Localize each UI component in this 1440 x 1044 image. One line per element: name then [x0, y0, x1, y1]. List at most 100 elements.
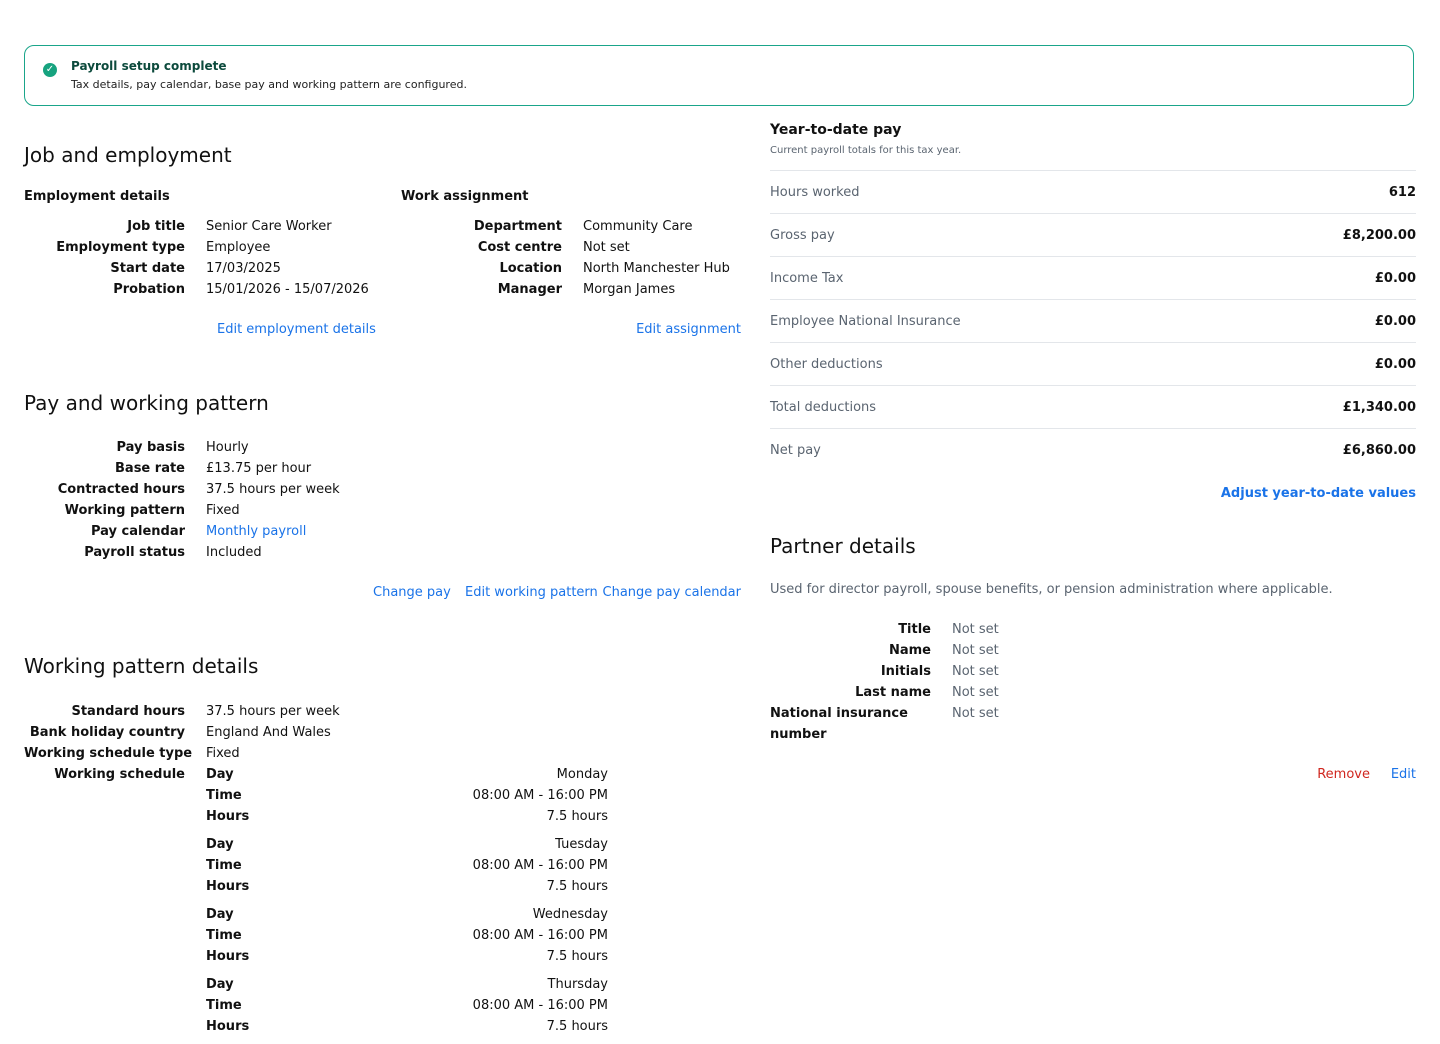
- edit-working-pattern-link[interactable]: Edit working pattern: [465, 585, 598, 600]
- field-value: 37.5 hours per week: [206, 482, 340, 497]
- schedule-hours-value: 7.5 hours: [546, 879, 608, 894]
- ytd-row: Other deductions £0.00: [770, 343, 1416, 386]
- schedule-day-label: Day: [206, 907, 234, 922]
- field-value: Senior Care Worker: [206, 219, 332, 234]
- banner-text: Tax details, pay calendar, base pay and …: [71, 78, 467, 91]
- edit-assignment-link[interactable]: Edit assignment: [636, 322, 741, 337]
- pay-row: Pay basis Hourly: [24, 437, 340, 458]
- ytd-label: Gross pay: [770, 227, 835, 243]
- banner-title: Payroll setup complete: [71, 59, 227, 73]
- ytd-row: Income Tax £0.00: [770, 257, 1416, 300]
- field-value: Not set: [952, 685, 999, 700]
- employment-row: Start date 17/03/2025: [24, 258, 369, 279]
- ytd-row: Employee National Insurance £0.00: [770, 300, 1416, 343]
- partner-row: Name Not set: [770, 640, 999, 661]
- schedule-time-label: Time: [206, 788, 242, 803]
- ytd-subtitle: Current payroll totals for this tax year…: [770, 145, 962, 156]
- schedule-time-label: Time: [206, 928, 242, 943]
- schedule-time-value: 08:00 AM - 16:00 PM: [472, 928, 608, 943]
- schedule-day-value: Wednesday: [532, 907, 608, 922]
- schedule-time-value: 08:00 AM - 16:00 PM: [472, 998, 608, 1013]
- schedule-time-value: 08:00 AM - 16:00 PM: [472, 858, 608, 873]
- field-label: number: [770, 727, 827, 742]
- field-label: Working schedule type: [24, 746, 193, 761]
- check-circle-icon: ✓: [43, 63, 57, 77]
- schedule-day-value: Monday: [556, 767, 608, 782]
- field-value: Not set: [952, 622, 999, 637]
- working-schedule: Day Monday Time 08:00 AM - 16:00 PM Hours 7…: [206, 764, 608, 1044]
- schedule-hours-label: Hours: [206, 879, 250, 894]
- field-label: Contracted hours: [57, 482, 185, 497]
- ytd-label: Income Tax: [770, 270, 844, 286]
- schedule-time-value: 08:00 AM - 16:00 PM: [472, 788, 608, 803]
- ytd-value: £0.00: [1374, 270, 1416, 286]
- schedule-day-value: Tuesday: [555, 837, 608, 852]
- ytd-value: £0.00: [1374, 313, 1416, 329]
- partner-details-heading: Partner details: [770, 534, 916, 558]
- schedule-day-label: Day: [206, 837, 234, 852]
- field-value: Fixed: [206, 746, 240, 761]
- schedule-day-group: Day Wednesday Time 08:00 AM - 16:00 PM Hou…: [206, 904, 608, 967]
- partner-row: National insurance Not set: [770, 703, 999, 724]
- pay-row: Payroll status Included: [24, 542, 340, 563]
- working-pattern-heading: Working pattern details: [24, 654, 259, 678]
- field-label: Pay basis: [116, 440, 185, 455]
- schedule-hours-label: Hours: [206, 949, 250, 964]
- schedule-day-group: Day Monday Time 08:00 AM - 16:00 PM Hours 7…: [206, 764, 608, 827]
- ytd-row: Hours worked 612: [770, 171, 1416, 214]
- schedule-hours-label: Hours: [206, 1019, 250, 1034]
- edit-partner-link[interactable]: Edit: [1391, 767, 1416, 782]
- ytd-label: Other deductions: [770, 356, 883, 372]
- edit-employment-link[interactable]: Edit employment details: [217, 322, 376, 337]
- field-label: Working schedule: [54, 767, 185, 782]
- field-label: National insurance: [770, 706, 908, 721]
- field-value: 15/01/2026 - 15/07/2026: [206, 282, 369, 297]
- field-label: Employment type: [56, 240, 185, 255]
- assignment-row: Cost centre Not set: [401, 237, 730, 258]
- pay-row: Base rate £13.75 per hour: [24, 458, 340, 479]
- pay-row: Contracted hours 37.5 hours per week: [24, 479, 340, 500]
- change-pay-calendar-link[interactable]: Change pay calendar: [603, 585, 741, 600]
- field-label: Start date: [110, 261, 185, 276]
- adjust-ytd-link[interactable]: Adjust year-to-date values: [1221, 486, 1416, 501]
- field-value: England And Wales: [206, 725, 331, 740]
- employment-details-list: Job title Senior Care Worker Employment t…: [24, 216, 369, 300]
- pay-calendar-link[interactable]: Monthly payroll: [206, 521, 306, 542]
- remove-partner-link[interactable]: Remove: [1317, 767, 1370, 782]
- work-assignment-list: Department Community Care Cost centre Not …: [401, 216, 730, 300]
- pay-pattern-heading: Pay and working pattern: [24, 391, 269, 415]
- change-pay-link[interactable]: Change pay: [373, 585, 451, 600]
- field-value: Not set: [952, 706, 999, 721]
- field-value: 17/03/2025: [206, 261, 281, 276]
- field-value: Hourly: [206, 440, 249, 455]
- field-label: Manager: [497, 282, 562, 297]
- field-value: Fixed: [206, 503, 240, 518]
- field-value: Community Care: [583, 219, 693, 234]
- field-label: Standard hours: [71, 704, 185, 719]
- ytd-row: Gross pay £8,200.00: [770, 214, 1416, 257]
- field-label: Cost centre: [477, 240, 562, 255]
- employment-row: Job title Senior Care Worker: [24, 216, 369, 237]
- ytd-label: Employee National Insurance: [770, 313, 961, 329]
- field-label: Pay calendar: [90, 524, 185, 539]
- field-label: Probation: [113, 282, 185, 297]
- ytd-title: Year-to-date pay: [770, 122, 902, 138]
- ytd-row: Total deductions £1,340.00: [770, 386, 1416, 429]
- schedule-day-group: Day Tuesday Time 08:00 AM - 16:00 PM Hours…: [206, 834, 608, 897]
- schedule-time-label: Time: [206, 998, 242, 1013]
- ytd-row: Net pay £6,860.00: [770, 429, 1416, 471]
- field-value: Morgan James: [583, 282, 676, 297]
- field-label: Department: [473, 219, 562, 234]
- schedule-day-value: Thursday: [547, 977, 608, 992]
- assignment-row: Location North Manchester Hub: [401, 258, 729, 279]
- assignment-row: Manager Morgan James: [401, 279, 730, 300]
- pattern-row: Bank holiday country England And Wales: [24, 722, 340, 743]
- field-value: Not set: [952, 643, 999, 658]
- ytd-label: Total deductions: [770, 399, 877, 415]
- schedule-hours-value: 7.5 hours: [546, 809, 608, 824]
- field-label: Bank holiday country: [29, 725, 185, 740]
- field-label: Job title: [127, 219, 185, 234]
- partner-row: number: [770, 724, 999, 745]
- ytd-label: Net pay: [770, 442, 821, 458]
- field-value: Included: [206, 545, 262, 560]
